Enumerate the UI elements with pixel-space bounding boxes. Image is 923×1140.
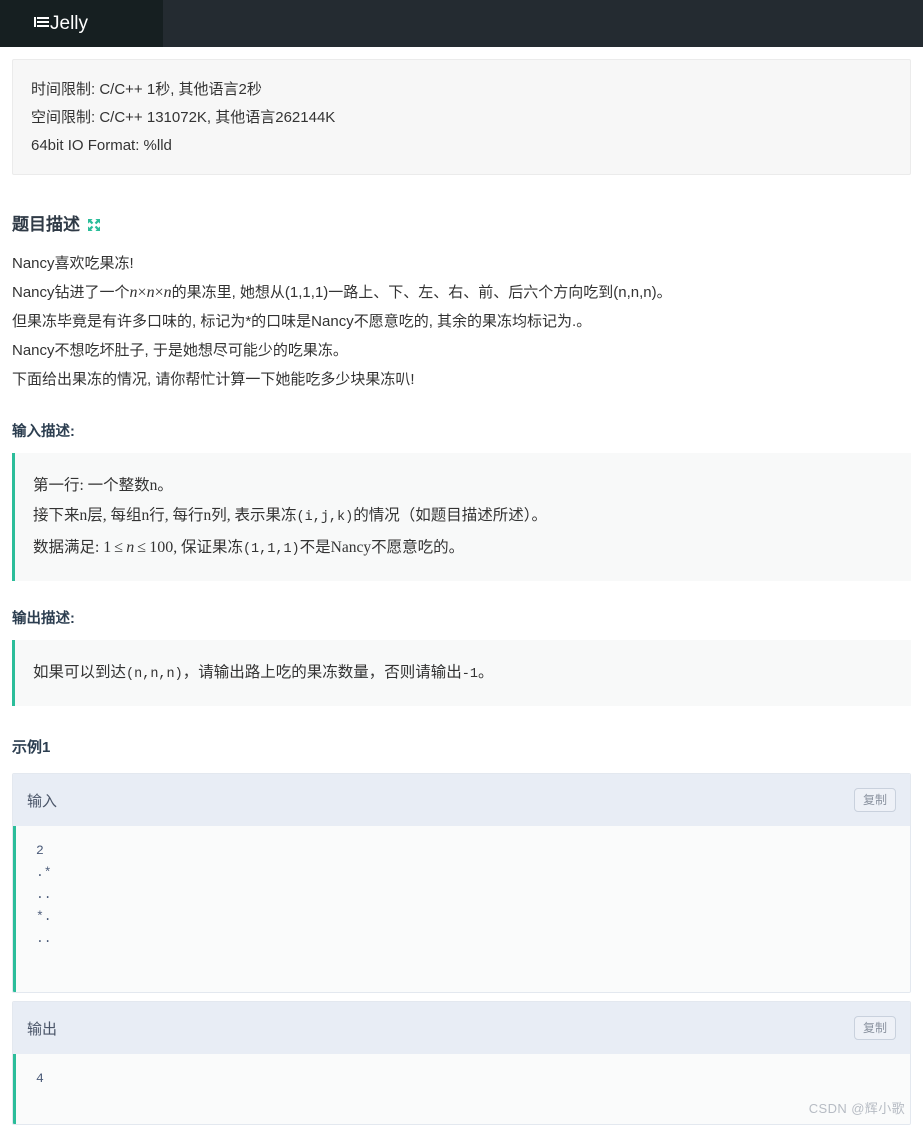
copy-input-button[interactable]: 复制 xyxy=(853,788,896,812)
input-description-heading: 输入描述: xyxy=(12,424,75,440)
math-times-2: × xyxy=(154,284,164,301)
example-input-card: 输入 复制 2 .* .. *. .. xyxy=(12,773,911,993)
top-navigation-bar: Jelly xyxy=(0,0,923,47)
input-desc-line-2b: 的情况（如题目描述所述）。 xyxy=(353,507,547,524)
output-description-heading: 输出描述: xyxy=(12,611,75,627)
output-description-block: 如果可以到达(n,n,n)，请输出路上吃的果冻数量，否则请输出-1。 xyxy=(12,640,911,706)
brand-label: Jelly xyxy=(50,13,89,34)
output-desc-line-1: 如果可以到达(n,n,n)，请输出路上吃的果冻数量，否则请输出-1。 xyxy=(33,658,895,690)
example-output-card: 输出 复制 4 xyxy=(12,1001,911,1125)
desc-line-3: 但果冻毕竟是有许多口味的, 标记为*的口味是Nancy不愿意吃的, 其余的果冻均… xyxy=(12,313,592,330)
example-output-value: 4 xyxy=(13,1054,910,1124)
output-desc-line-1a: 如果可以到达 xyxy=(33,664,127,681)
math-le-2: ≤ xyxy=(137,539,147,556)
desc-line-2-suffix: 的果冻里, 她想从(1,1,1)一路上、下、左、右、前、后六个方向吃到(n,n,… xyxy=(171,284,672,301)
math-hundred: 100 xyxy=(149,539,174,556)
brand-area[interactable]: Jelly xyxy=(0,0,163,47)
example-output-header: 输出 复制 xyxy=(13,1002,910,1054)
math-n-1: n xyxy=(129,284,138,301)
example-input-value: 2 .* .. *. .. xyxy=(13,826,910,992)
desc-line-1: Nancy喜欢吃果冻! xyxy=(12,255,134,272)
math-times-1: × xyxy=(137,284,147,301)
input-desc-line-3a: 数据满足: xyxy=(33,539,104,556)
time-limit-line: 时间限制: C/C++ 1秒, 其他语言2秒 xyxy=(31,81,262,98)
desc-line-2: Nancy钻进了一个n×n×n的果冻里, 她想从(1,1,1)一路上、下、左、右… xyxy=(12,278,911,307)
copy-output-button[interactable]: 复制 xyxy=(853,1016,896,1040)
math-n-3: n xyxy=(163,284,172,301)
input-desc-line-3b: , 保证果冻 xyxy=(173,539,243,556)
input-desc-line-2a: 接下来n层, 每组n行, 每行n列, 表示果冻 xyxy=(33,507,297,524)
input-desc-line-2-mono: (i,j,k) xyxy=(296,510,354,525)
output-desc-line-1b: ，请输出路上吃的果冻数量，否则请输出 xyxy=(182,664,462,681)
input-desc-line-1: 第一行: 一个整数n。 xyxy=(33,477,173,494)
desc-line-4: Nancy不想吃坏肚子, 于是她想尽可能少的吃果冻。 xyxy=(12,342,348,359)
example-heading: 示例1 xyxy=(12,739,51,756)
input-desc-line-3-mono: (1,1,1) xyxy=(242,542,300,557)
input-desc-line-2: 接下来n层, 每组n行, 每行n列, 表示果冻(i,j,k)的情况（如题目描述所… xyxy=(33,501,895,533)
input-description-block: 第一行: 一个整数n。 接下来n层, 每组n行, 每行n列, 表示果冻(i,j,… xyxy=(12,453,911,581)
page-title: 题目描述 xyxy=(12,210,911,235)
output-desc-mono-coords: (n,n,n) xyxy=(126,667,183,682)
input-desc-line-3: 数据满足: 1 ≤ n ≤ 100, 保证果冻(1,1,1)不是Nancy不愿意… xyxy=(33,533,895,565)
math-n-2: n xyxy=(146,284,155,301)
math-n-constraint: n xyxy=(126,539,135,556)
io-format-line: 64bit IO Format: %lld xyxy=(31,137,172,154)
description-body: Nancy喜欢吃果冻! Nancy钻进了一个n×n×n的果冻里, 她想从(1,1… xyxy=(12,249,911,394)
problem-page: 时间限制: C/C++ 1秒, 其他语言2秒 空间限制: C/C++ 13107… xyxy=(0,59,923,1125)
desc-line-5: 下面给出果冻的情况, 请你帮忙计算一下她能吃多少块果冻叭! xyxy=(12,371,415,388)
output-desc-mono-minus-one: -1 xyxy=(461,667,478,682)
desc-line-2-prefix: Nancy钻进了一个 xyxy=(12,284,130,301)
example-input-header: 输入 复制 xyxy=(13,774,910,826)
math-le-1: ≤ xyxy=(114,539,124,556)
example-input-label: 输入 xyxy=(27,793,58,810)
description-heading-text: 题目描述 xyxy=(12,215,80,234)
input-desc-line-3c: 不是Nancy不愿意吃的。 xyxy=(299,539,465,556)
example-output-label: 输出 xyxy=(27,1021,58,1038)
limits-panel: 时间限制: C/C++ 1秒, 其他语言2秒 空间限制: C/C++ 13107… xyxy=(12,59,911,175)
expand-arrows-icon[interactable] xyxy=(87,217,101,231)
output-desc-line-1c: 。 xyxy=(477,664,494,681)
list-lines-icon xyxy=(34,17,49,30)
math-one: 1 xyxy=(103,539,112,556)
memory-limit-line: 空间限制: C/C++ 131072K, 其他语言262144K xyxy=(31,109,336,126)
topbar-empty-area xyxy=(163,0,923,47)
